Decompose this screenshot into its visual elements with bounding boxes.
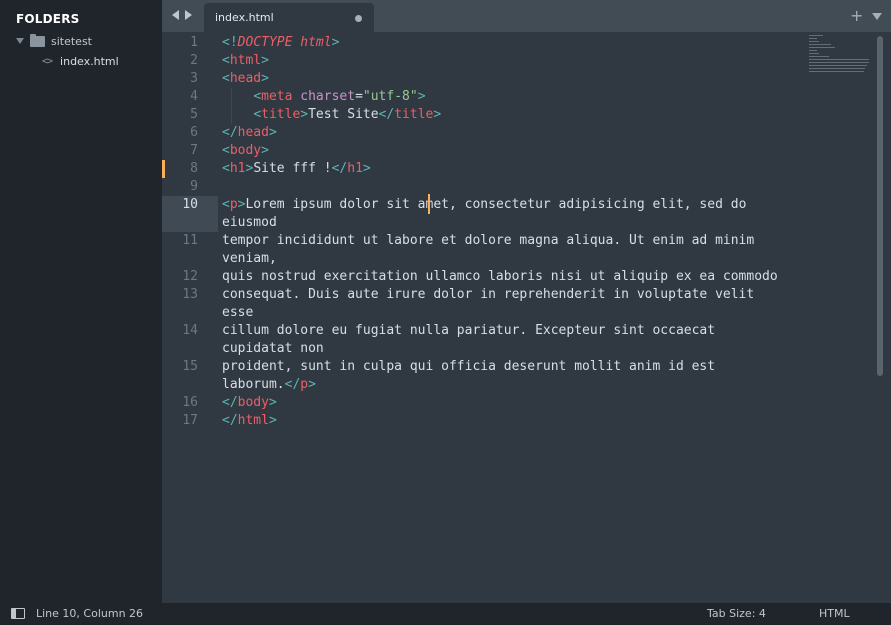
folder-label: sitetest: [51, 34, 92, 48]
code-line-wrap: veniam,: [222, 251, 277, 266]
code-line: <body>: [222, 143, 269, 158]
line-number: 4: [190, 89, 198, 104]
sidebar-folder-sitetest[interactable]: sitetest: [16, 33, 92, 49]
modified-dot-icon[interactable]: [355, 15, 362, 22]
text-cursor: [428, 194, 430, 214]
line-number: 12: [182, 269, 198, 284]
line-number: 10: [182, 197, 198, 212]
line-number: 14: [182, 323, 198, 338]
folder-icon: [30, 33, 45, 47]
line-number: 15: [182, 359, 198, 374]
minimap[interactable]: [809, 35, 873, 81]
sidebar-file-index-html[interactable]: <> index.html: [42, 53, 119, 69]
line-number: 17: [182, 413, 198, 428]
code-line: <p>Lorem ipsum dolor sit amet, consectet…: [222, 197, 747, 212]
line-number-gutter: 1 2 3 4 5 6 7 8 9 10 11 12 13 14 15 16 17: [162, 32, 214, 603]
line-number: 13: [182, 287, 198, 302]
code-line: <meta charset="utf-8">: [253, 89, 426, 104]
code-line: </head>: [222, 125, 277, 140]
line-number: 1: [190, 35, 198, 50]
arrow-left-icon[interactable]: [172, 10, 179, 20]
line-number: 3: [190, 71, 198, 86]
line-number: 9: [190, 179, 198, 194]
code-line: <h1>Site fff !</h1>: [222, 161, 371, 176]
plus-icon[interactable]: +: [850, 6, 863, 25]
folders-header: FOLDERS: [16, 12, 80, 26]
code-icon: <>: [42, 55, 53, 67]
line-number: 6: [190, 125, 198, 140]
code-line: proident, sunt in culpa qui officia dese…: [222, 359, 716, 374]
line-number: 11: [182, 233, 198, 248]
sidebar: FOLDERS sitetest <> index.html: [0, 0, 162, 603]
arrow-right-icon[interactable]: [185, 10, 192, 20]
file-label: index.html: [60, 54, 119, 68]
code-line: <head>: [222, 71, 269, 86]
tab-index-html[interactable]: index.html: [204, 3, 374, 32]
code-line: consequat. Duis aute irure dolor in repr…: [222, 287, 755, 302]
tab-size-selector[interactable]: Tab Size: 4: [707, 607, 766, 620]
vertical-scrollbar[interactable]: [877, 36, 883, 376]
code-line: </body>: [222, 395, 277, 410]
cursor-position: Line 10, Column 26: [36, 607, 144, 620]
code-editor[interactable]: 1 2 3 4 5 6 7 8 9 10 11 12 13 14 15 16 17 <!DOCTYPE html…: [162, 32, 891, 603]
tab-navigation: [172, 10, 192, 20]
line-number: 2: [190, 53, 198, 68]
code-line: tempor incididunt ut labore et dolore ma…: [222, 233, 755, 248]
line-number: 16: [182, 395, 198, 410]
line-number: 7: [190, 143, 198, 158]
status-bar: Line 10, Column 26 Tab Size: 4 HTML: [0, 603, 891, 625]
line-number: 8: [190, 161, 198, 176]
line-number: 5: [190, 107, 198, 122]
triangle-down-icon[interactable]: [16, 38, 24, 44]
tab-label: index.html: [215, 11, 274, 24]
code-line: </html>: [222, 413, 277, 428]
code-line-wrap: laborum.</p>: [222, 377, 316, 392]
code-line: quis nostrud exercitation ullamco labori…: [222, 269, 778, 284]
code-line-wrap: esse: [222, 305, 254, 320]
code-line: cillum dolore eu fugiat nulla pariatur. …: [222, 323, 716, 338]
sidebar-toggle-icon[interactable]: [11, 608, 25, 619]
code-line: <html>: [222, 53, 269, 68]
triangle-down-icon[interactable]: [872, 13, 882, 20]
syntax-selector[interactable]: HTML: [819, 607, 850, 620]
tab-bar: index.html +: [162, 0, 891, 32]
code-line: <!DOCTYPE html>: [222, 35, 340, 50]
code-line-wrap: cupidatat non: [222, 341, 324, 356]
code-line-wrap: eiusmod: [222, 215, 277, 230]
code-line: <title>Test Site</title>: [253, 107, 442, 122]
